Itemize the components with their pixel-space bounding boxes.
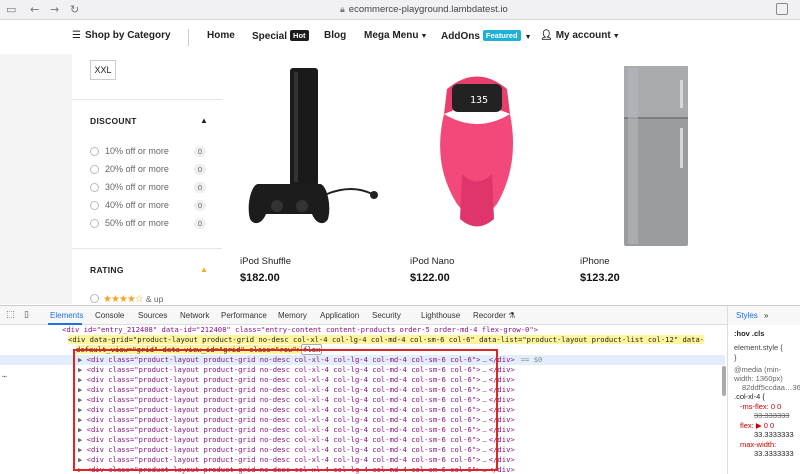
discount-option[interactable]: 20% off or more 0	[90, 164, 210, 176]
radio-icon[interactable]	[90, 219, 99, 228]
tab-memory[interactable]: Memory	[278, 311, 307, 320]
tab-recorder[interactable]: Recorder ⚗︎	[473, 311, 515, 320]
discount-title: DISCOUNT	[90, 116, 137, 126]
media-query: width: 1360px)	[734, 374, 783, 383]
chevron-up-icon[interactable]: ▲	[200, 116, 208, 125]
rating-title: RATING	[90, 265, 124, 275]
css-value: 33.333333	[754, 411, 790, 420]
size-chip-xxl[interactable]: XXL	[90, 60, 116, 80]
product-card[interactable]: iPod Shuffle $182.00	[222, 54, 392, 294]
product-name[interactable]: iPod Nano	[410, 256, 454, 267]
hot-badge: Hot	[290, 30, 309, 41]
css-property[interactable]: max-width:	[740, 440, 776, 449]
discount-option[interactable]: 50% off or more 0	[90, 218, 210, 230]
tab-application[interactable]: Application	[320, 311, 359, 320]
radio-icon[interactable]	[90, 147, 99, 156]
css-property[interactable]: flex: ▶ 0 0	[740, 421, 774, 430]
product-card[interactable]: iPhone $123.20	[562, 54, 732, 294]
flask-icon: ⚗︎	[508, 311, 516, 320]
highlight-box	[73, 349, 498, 471]
source-link[interactable]: 82ddf5ccdaa…36	[742, 383, 800, 392]
product-price: $122.00	[410, 272, 450, 284]
tab-console[interactable]: Console	[95, 311, 124, 320]
extensions-icon[interactable]	[776, 3, 788, 15]
url-text: ecommerce-playground.lambdatest.io	[348, 4, 508, 15]
filter-sidebar: XXL DISCOUNT ▲ 10% off or more 0 20% off…	[72, 54, 222, 305]
product-price: $182.00	[240, 272, 280, 284]
sidebar-toggle-icon[interactable]: ▭	[6, 3, 16, 16]
inspect-element-icon[interactable]: ⬚	[6, 310, 15, 320]
tab-more[interactable]: »	[764, 311, 768, 320]
styles-tabs: Styles »	[727, 306, 800, 325]
lock-icon: 🔒︎	[340, 4, 345, 14]
hov-cls-toggle[interactable]: :hov .cls	[734, 329, 764, 338]
discount-option[interactable]: 10% off or more 0	[90, 146, 210, 158]
tab-styles[interactable]: Styles	[736, 311, 758, 320]
hamburger-icon: ☰	[72, 30, 81, 41]
product-price: $123.20	[580, 272, 620, 284]
radio-icon[interactable]	[90, 183, 99, 192]
devtools-tabs: ⬚ ▯ Elements Console Sources Network Per…	[0, 306, 800, 325]
shop-by-category-menu[interactable]: ☰ Shop by Category	[72, 30, 171, 41]
product-image[interactable]: 135	[392, 54, 562, 254]
radio-icon[interactable]	[90, 165, 99, 174]
caret-down-icon: ▼	[612, 33, 620, 40]
chevron-up-icon[interactable]: ▲	[200, 265, 208, 274]
product-name[interactable]: iPod Shuffle	[240, 256, 291, 267]
nav-my-account[interactable]: 👤︎ My account ▼	[540, 30, 620, 41]
nav-divider	[188, 29, 189, 46]
radio-icon[interactable]	[90, 294, 99, 303]
styles-pane: :hov .cls element.style { } @media (min-…	[727, 325, 800, 474]
rule-close: }	[734, 353, 737, 362]
svg-text:135: 135	[470, 95, 488, 106]
product-card[interactable]: 135 iPod Nano $122.00	[392, 54, 562, 294]
discount-option[interactable]: 30% off or more 0	[90, 182, 210, 194]
nav-special[interactable]: Special Hot	[252, 30, 309, 42]
dom-node-line[interactable]: <div data-grid="product-layout product-g…	[68, 335, 725, 345]
reload-icon[interactable]: ↻	[70, 3, 79, 16]
css-value: 33.3333333	[754, 430, 794, 439]
featured-badge: Featured	[482, 30, 521, 41]
user-icon: 👤︎	[540, 30, 553, 41]
tab-lighthouse[interactable]: Lighthouse	[421, 311, 460, 320]
radio-icon[interactable]	[90, 201, 99, 210]
caret-down-icon: ▼	[420, 33, 428, 40]
back-icon[interactable]: ←	[30, 3, 39, 16]
scrollbar[interactable]	[722, 366, 726, 396]
star-rating-icon: ★★★★☆	[103, 294, 144, 305]
nav-blog[interactable]: Blog	[324, 30, 346, 41]
selected-marker: == $0	[520, 355, 543, 364]
tab-security[interactable]: Security	[372, 311, 401, 320]
rating-filter[interactable]: ★★★★☆ & up	[90, 294, 163, 305]
nav-addons[interactable]: AddOns Featured ▼	[441, 30, 532, 42]
css-value: 33.3333333	[754, 449, 794, 458]
caret-down-icon: ▼	[524, 34, 532, 41]
browser-toolbar: ▭ ← → ↻ 🔒︎ ecommerce-playground.lambdates…	[0, 0, 800, 20]
css-selector: .col-xl-4 {	[734, 392, 765, 401]
forward-icon[interactable]: →	[50, 3, 59, 16]
nav-home[interactable]: Home	[207, 30, 235, 41]
site-navigation: ☰ Shop by Category Home Special Hot Blog M…	[0, 20, 800, 54]
page-content: XXL DISCOUNT ▲ 10% off or more 0 20% off…	[0, 54, 800, 336]
product-name[interactable]: iPhone	[580, 256, 610, 267]
product-image[interactable]	[562, 54, 732, 254]
device-toolbar-icon[interactable]: ▯	[24, 310, 29, 320]
divider	[72, 99, 222, 100]
address-bar[interactable]: 🔒︎ ecommerce-playground.lambdatest.io	[340, 4, 508, 15]
tab-network[interactable]: Network	[180, 311, 209, 320]
product-grid: iPod Shuffle $182.00 135 iPod Nano $122.…	[222, 54, 800, 304]
tab-elements[interactable]: Elements	[50, 311, 83, 320]
element-style-rule: element.style {	[734, 343, 783, 352]
tab-performance[interactable]: Performance	[221, 311, 267, 320]
dom-node-line[interactable]: <div id="entry_212408" data-id="212408" …	[62, 325, 725, 335]
tab-sources[interactable]: Sources	[138, 311, 167, 320]
media-query: @media (min-	[734, 365, 782, 374]
divider	[72, 248, 222, 249]
discount-option[interactable]: 40% off or more 0	[90, 200, 210, 212]
css-property[interactable]: -ms-flex: 0 0	[740, 402, 781, 411]
nav-mega-menu[interactable]: Mega Menu ▼	[364, 30, 427, 41]
product-image[interactable]	[222, 54, 392, 254]
